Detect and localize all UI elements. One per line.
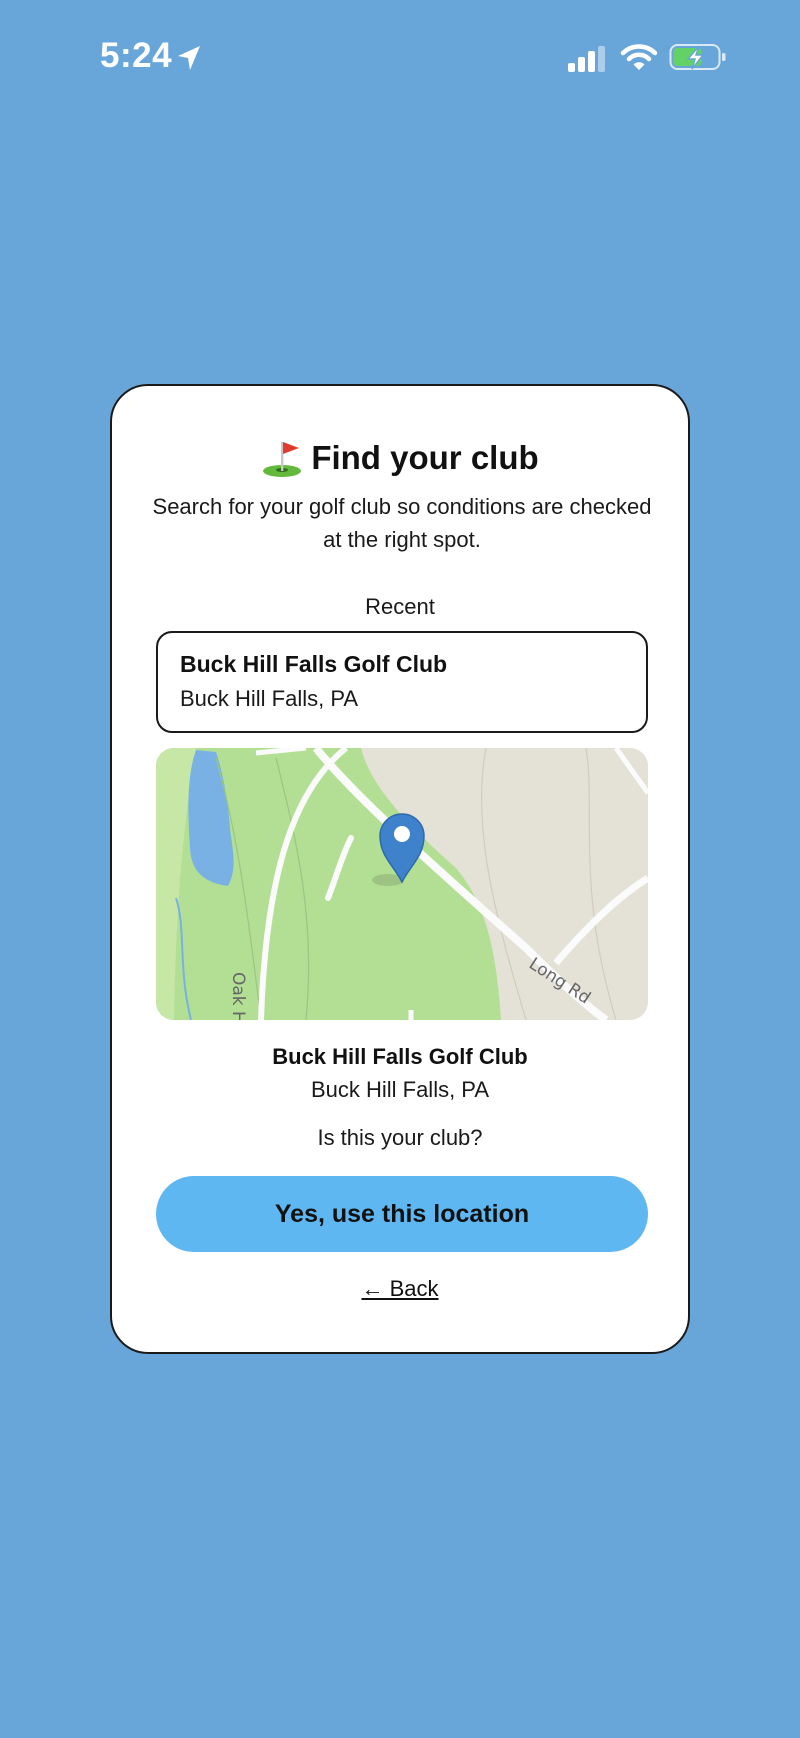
use-location-button[interactable]: Yes, use this location (156, 1176, 648, 1252)
back-link[interactable]: ← Back (112, 1276, 688, 1302)
club-location-map[interactable]: Oak H Long Rd (156, 748, 648, 1020)
confirm-question: Is this your club? (317, 1125, 483, 1150)
recent-club-location: Buck Hill Falls, PA (180, 686, 359, 711)
recent-club-name: Buck Hill Falls Golf Club (180, 651, 448, 677)
golf-flag-icon (263, 442, 302, 477)
page-title: Find your club (311, 439, 539, 476)
map-road-label-oak: Oak H (228, 972, 248, 1020)
location-arrow-icon (178, 46, 200, 70)
selected-club-location: Buck Hill Falls, PA (310, 1077, 490, 1102)
find-club-card: Find your club Search for your golf club… (110, 384, 690, 1354)
wifi-icon (620, 44, 658, 70)
recent-club-item[interactable]: Buck Hill Falls Golf Club Buck Hill Fall… (156, 631, 648, 733)
recent-label: Recent (365, 594, 435, 619)
cellular-signal-icon (568, 46, 605, 72)
status-time: 5:24 (100, 36, 173, 75)
selected-club-name: Buck Hill Falls Golf Club (272, 1044, 528, 1069)
battery-charging-icon (669, 44, 726, 70)
subtitle: Search for your golf club so conditions … (152, 494, 652, 552)
status-bar: 5:24 (0, 0, 800, 120)
title-row: Find your club (112, 438, 688, 478)
